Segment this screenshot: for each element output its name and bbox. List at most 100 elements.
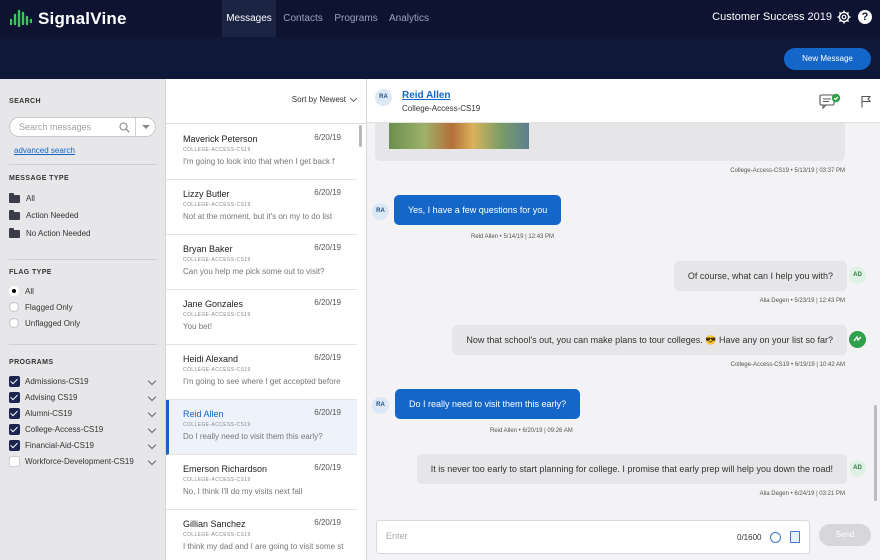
avatar: RA xyxy=(372,397,389,414)
program-checkbox[interactable] xyxy=(9,408,20,419)
contact-name: Reid Allen xyxy=(183,409,224,419)
message-meta: Alia Degen • 5/23/19 | 12:43 PM xyxy=(759,298,845,304)
radio-selected[interactable] xyxy=(9,286,19,296)
divider xyxy=(9,164,157,165)
program-workforce-development[interactable]: Workforce-Development-CS19 xyxy=(9,456,134,467)
flag-type-unflagged-only[interactable]: Unflagged Only xyxy=(9,318,80,328)
flag-type-flagged-only[interactable]: Flagged Only xyxy=(9,302,73,312)
tab-analytics[interactable]: Analytics xyxy=(386,0,432,37)
program-checkbox[interactable] xyxy=(9,440,20,451)
conversation-program: COLLEGE-ACCESS-CS19 xyxy=(183,422,251,428)
programs-title: PROGRAMS xyxy=(9,359,54,366)
program-checkbox[interactable] xyxy=(9,424,20,435)
program-label: College-Access-CS19 xyxy=(25,425,104,434)
conversation-date: 6/20/19 xyxy=(314,518,341,527)
conversation-item[interactable]: Jane Gonzales 6/20/19 COLLEGE-ACCESS-CS1… xyxy=(166,290,357,345)
conversation-item-selected[interactable]: Reid Allen 6/20/19 COLLEGE-ACCESS-CS19 D… xyxy=(166,400,357,455)
program-checkbox[interactable] xyxy=(9,456,20,467)
chevron-down-icon[interactable] xyxy=(147,376,157,386)
message-snippet: I'm going to see where I get accepted be… xyxy=(183,377,341,386)
message-type-label: All xyxy=(26,194,35,203)
search-placeholder: Search messages xyxy=(19,122,92,132)
automated-message-icon xyxy=(853,335,862,342)
brand-logo[interactable]: SignalVine xyxy=(10,8,127,30)
conversation-header: RA Reid Allen College-Access-CS19 xyxy=(367,79,880,123)
program-college-access[interactable]: College-Access-CS19 xyxy=(9,424,103,435)
organization-name[interactable]: Customer Success 2019 xyxy=(712,0,832,37)
program-admissions[interactable]: Admissions-CS19 xyxy=(9,376,89,387)
chevron-down-icon[interactable] xyxy=(349,94,358,103)
conversation-item[interactable]: Emerson Richardson 6/20/19 COLLEGE-ACCES… xyxy=(166,455,357,510)
chat-scrollbar[interactable] xyxy=(874,405,877,501)
chevron-down-icon[interactable] xyxy=(147,392,157,402)
program-label: Workforce-Development-CS19 xyxy=(25,457,134,466)
sort-dropdown[interactable]: Sort by Newest xyxy=(292,95,346,104)
gear-icon[interactable] xyxy=(837,10,851,24)
program-label: Financial-Aid-CS19 xyxy=(25,441,94,450)
avatar: AD xyxy=(849,267,866,284)
message-type-label: Action Needed xyxy=(26,211,79,220)
conversation-item[interactable]: Gillian Sanchez 6/20/19 COLLEGE-ACCESS-C… xyxy=(166,510,357,560)
folder-icon xyxy=(9,209,20,220)
program-checkbox[interactable] xyxy=(9,376,20,387)
message-snippet: Can you help me pick some out to visit? xyxy=(183,267,325,276)
action-bar: New Message xyxy=(0,37,880,79)
radio-unselected[interactable] xyxy=(9,302,19,312)
contact-program: College-Access-CS19 xyxy=(402,104,481,113)
conversation-program: COLLEGE-ACCESS-CS19 xyxy=(183,532,251,538)
program-financial-aid[interactable]: Financial-Aid-CS19 xyxy=(9,440,94,451)
tab-programs[interactable]: Programs xyxy=(331,0,381,37)
program-checkbox[interactable] xyxy=(9,392,20,403)
image-attachment[interactable] xyxy=(389,123,529,149)
message-type-title: MESSAGE TYPE xyxy=(9,175,70,182)
advanced-search-link[interactable]: advanced search xyxy=(14,146,75,155)
incoming-message: Yes, I have a few questions for you xyxy=(394,195,562,225)
flag-type-label: Flagged Only xyxy=(25,302,73,312)
message-composer[interactable]: Enter 0/1600 xyxy=(376,520,810,554)
tab-messages[interactable]: Messages xyxy=(222,0,276,37)
message-type-no-action-needed[interactable]: No Action Needed xyxy=(9,227,91,238)
chevron-down-icon[interactable] xyxy=(147,424,157,434)
radio-unselected[interactable] xyxy=(9,318,19,328)
attachment-icon[interactable] xyxy=(790,531,800,543)
conversation-date: 6/20/19 xyxy=(314,408,341,417)
message-meta: Reid Allen • 6/20/19 | 09:26 AM xyxy=(490,428,573,434)
message-meta: College-Access-CS19 • 6/19/19 | 10:42 AM xyxy=(730,362,845,368)
chevron-down-icon[interactable] xyxy=(147,440,157,450)
program-advising[interactable]: Advising CS19 xyxy=(9,392,77,403)
chevron-down-icon[interactable] xyxy=(147,408,157,418)
help-icon[interactable]: ? xyxy=(858,10,872,24)
search-input[interactable]: Search messages xyxy=(9,117,156,137)
flag-icon[interactable] xyxy=(861,95,872,108)
search-options-dropdown[interactable] xyxy=(135,118,155,136)
conversation-item[interactable]: Bryan Baker 6/20/19 COLLEGE-ACCESS-CS19 … xyxy=(166,235,357,290)
conversation-status-icon[interactable] xyxy=(819,93,841,111)
conversation-date: 6/20/19 xyxy=(314,243,341,252)
message-type-all[interactable]: All xyxy=(9,192,35,203)
conversation-item[interactable]: Maverick Peterson 6/20/19 COLLEGE-ACCESS… xyxy=(166,125,357,180)
program-alumni[interactable]: Alumni-CS19 xyxy=(9,408,72,419)
tab-contacts[interactable]: Contacts xyxy=(280,0,326,37)
search-icon[interactable] xyxy=(119,122,130,133)
new-message-button[interactable]: New Message xyxy=(784,48,871,70)
conversation-date: 6/20/19 xyxy=(314,133,341,142)
program-label: Admissions-CS19 xyxy=(25,377,89,386)
emoji-icon[interactable] xyxy=(770,532,781,543)
list-header: Sort by Newest xyxy=(166,79,366,124)
chevron-down-icon[interactable] xyxy=(147,456,157,466)
list-scrollbar[interactable] xyxy=(359,125,362,147)
flag-type-all[interactable]: All xyxy=(9,286,34,296)
conversation-item[interactable]: Heidi Alexand 6/20/19 COLLEGE-ACCESS-CS1… xyxy=(166,345,357,400)
message-type-label: No Action Needed xyxy=(26,229,91,238)
message-snippet: You bet! xyxy=(183,322,213,331)
program-label: Alumni-CS19 xyxy=(25,409,73,418)
send-button[interactable]: Send xyxy=(819,524,871,546)
conversation-item[interactable]: Lizzy Butler 6/20/19 COLLEGE-ACCESS-CS19… xyxy=(166,180,357,235)
search-section-title: SEARCH xyxy=(9,98,41,105)
contact-name-link[interactable]: Reid Allen xyxy=(402,90,451,101)
incoming-message: Do I really need to visit them this earl… xyxy=(395,389,581,419)
flag-type-label: Unflagged Only xyxy=(25,318,81,328)
message-type-action-needed[interactable]: Action Needed xyxy=(9,209,79,220)
outgoing-message: Of course, what can I help you with? xyxy=(673,261,847,291)
contact-name: Emerson Richardson xyxy=(183,464,268,474)
